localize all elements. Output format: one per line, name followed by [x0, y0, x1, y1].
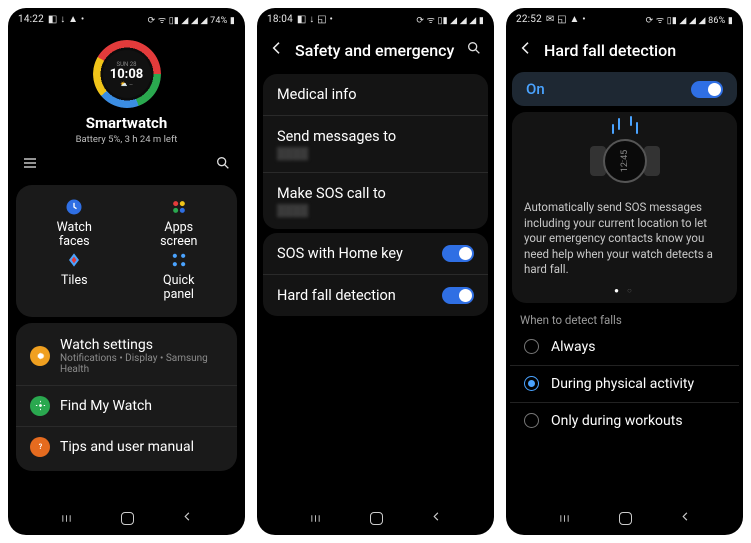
status-left-icons: ✉ ◱ ▲ • — [546, 14, 586, 25]
option-during-activity[interactable]: During physical activity — [510, 366, 739, 403]
medical-info-row[interactable]: Medical info — [263, 74, 488, 116]
status-right-icons: ⟳ ᯤ ▯▮ ◢ ◢ ◢ 74% ▮ — [148, 13, 235, 26]
toggle-on[interactable] — [691, 81, 723, 98]
status-time: 14:22 — [18, 14, 44, 25]
quick-grid: Watch faces Apps screen Tiles — [16, 185, 237, 317]
radio-unselected[interactable] — [524, 339, 539, 354]
watch-face-icon — [64, 197, 84, 217]
page-title: Safety and emergency — [295, 41, 456, 60]
redacted-contact: ████ — [277, 147, 396, 160]
question-icon: ? — [30, 437, 50, 457]
toggle-on[interactable] — [442, 287, 474, 304]
settings-list: Watch settings Notifications • Display •… — [16, 323, 237, 471]
recents-button[interactable] — [60, 512, 73, 525]
recents-button[interactable] — [558, 512, 571, 525]
phone-safety-emergency: 18:04 ◧ ↓ ◱ • ⟳ ᯤ ▯▮ ◢ ◢ ◢ ▮ Safety and … — [257, 8, 494, 535]
option-always[interactable]: Always — [510, 329, 739, 366]
svg-text:?: ? — [38, 443, 42, 451]
status-left-icons: ◧ ↓ ◱ • — [297, 14, 333, 25]
home-button[interactable] — [619, 512, 632, 525]
row-label: SOS with Home key — [277, 245, 403, 262]
grid-label: Quick panel — [163, 274, 194, 303]
menu-icon[interactable] — [22, 155, 38, 175]
status-right-icons: ⟳ ᯤ ▯▮ ◢ ◢ ◢ 86% ▮ — [646, 13, 733, 26]
watchface-preview[interactable]: SUN 28 10:08 ⛅ -- — [93, 40, 161, 108]
row-label: Send messages to — [277, 128, 396, 145]
back-button[interactable] — [680, 511, 691, 526]
status-right-icons: ⟳ ᯤ ▯▮ ◢ ◢ ◢ ▮ — [416, 13, 484, 26]
grid-apps-screen[interactable]: Apps screen — [127, 197, 232, 250]
search-icon[interactable] — [215, 155, 231, 175]
tiles-icon — [64, 250, 84, 270]
location-icon — [30, 396, 50, 416]
home-button[interactable] — [370, 512, 383, 525]
tips-manual-item[interactable]: ? Tips and user manual — [16, 427, 237, 467]
watch-settings-item[interactable]: Watch settings Notifications • Display •… — [16, 327, 237, 386]
description-card: 12:45 Automatically send SOS messages in… — [512, 112, 737, 303]
status-time: 22:52 — [516, 14, 542, 25]
make-sos-call-row[interactable]: Make SOS call to ████ — [263, 173, 488, 229]
find-my-watch-item[interactable]: Find My Watch — [16, 386, 237, 427]
radio-label: Only during workouts — [551, 413, 683, 429]
send-messages-row[interactable]: Send messages to ████ — [263, 116, 488, 173]
battery-status: Battery 5%, 3 h 24 m left — [8, 134, 245, 145]
android-nav-bar — [8, 501, 245, 535]
watchface-time: 10:08 — [110, 68, 144, 81]
row-label: Hard fall detection — [277, 287, 396, 304]
radio-unselected[interactable] — [524, 413, 539, 428]
radio-selected[interactable] — [524, 376, 539, 391]
page-indicator: ● ○ — [524, 286, 725, 295]
master-toggle-row[interactable]: On — [512, 72, 737, 106]
when-to-detect-heading: When to detect falls — [506, 303, 743, 329]
list-title: Tips and user manual — [60, 439, 194, 455]
status-left-icons: ◧ ↓ ▲ • — [48, 14, 85, 25]
page-title: Hard fall detection — [544, 41, 731, 60]
android-nav-bar — [506, 501, 743, 535]
grid-tiles[interactable]: Tiles — [22, 250, 127, 303]
gear-icon — [30, 346, 50, 366]
watchface-sub: ⛅ -- — [120, 81, 132, 88]
android-nav-bar — [257, 501, 494, 535]
grid-label: Apps screen — [160, 221, 197, 250]
toggle-on[interactable] — [442, 245, 474, 262]
back-button[interactable] — [182, 511, 193, 526]
description-text: Automatically send SOS messages includin… — [524, 200, 725, 278]
grid-watch-faces[interactable]: Watch faces — [22, 197, 127, 250]
back-icon[interactable] — [518, 40, 534, 60]
row-label: Make SOS call to — [277, 185, 386, 202]
back-icon[interactable] — [269, 40, 285, 60]
status-bar: 22:52 ✉ ◱ ▲ • ⟳ ᯤ ▯▮ ◢ ◢ ◢ 86% ▮ — [506, 8, 743, 30]
hard-fall-detection-row[interactable]: Hard fall detection — [263, 275, 488, 316]
phone-hard-fall-detection: 22:52 ✉ ◱ ▲ • ⟳ ᯤ ▯▮ ◢ ◢ ◢ 86% ▮ Hard fa… — [506, 8, 743, 535]
phone-wearable-app: 14:22 ◧ ↓ ▲ • ⟳ ᯤ ▯▮ ◢ ◢ ◢ 74% ▮ SUN 28 … — [8, 8, 245, 535]
apps-icon — [169, 197, 189, 217]
option-only-workouts[interactable]: Only during workouts — [510, 403, 739, 439]
recents-button[interactable] — [309, 512, 322, 525]
list-title: Find My Watch — [60, 398, 152, 414]
watch-illustration: 12:45 — [590, 134, 660, 188]
status-bar: 14:22 ◧ ↓ ▲ • ⟳ ᯤ ▯▮ ◢ ◢ ◢ 74% ▮ — [8, 8, 245, 30]
device-name: Smartwatch — [8, 114, 245, 132]
grid-quick-panel[interactable]: Quick panel — [127, 250, 232, 303]
radio-label: During physical activity — [551, 376, 694, 392]
search-icon[interactable] — [466, 40, 482, 60]
emergency-contacts-section: Medical info Send messages to ████ Make … — [263, 74, 488, 229]
row-label: Medical info — [277, 86, 357, 103]
status-time: 18:04 — [267, 14, 293, 25]
grid-label: Watch faces — [57, 221, 92, 250]
illus-time: 12:45 — [620, 150, 630, 172]
list-subtitle: Notifications • Display • Samsung Health — [60, 353, 223, 375]
home-button[interactable] — [121, 512, 134, 525]
back-button[interactable] — [431, 511, 442, 526]
sos-home-key-row[interactable]: SOS with Home key — [263, 233, 488, 275]
quick-panel-icon — [169, 250, 189, 270]
radio-label: Always — [551, 339, 595, 355]
redacted-contact: ████ — [277, 204, 386, 217]
on-label: On — [526, 80, 545, 98]
status-bar: 18:04 ◧ ↓ ◱ • ⟳ ᯤ ▯▮ ◢ ◢ ◢ ▮ — [257, 8, 494, 30]
list-title: Watch settings — [60, 337, 223, 353]
grid-label: Tiles — [61, 274, 88, 288]
sos-toggles-section: SOS with Home key Hard fall detection — [263, 233, 488, 316]
